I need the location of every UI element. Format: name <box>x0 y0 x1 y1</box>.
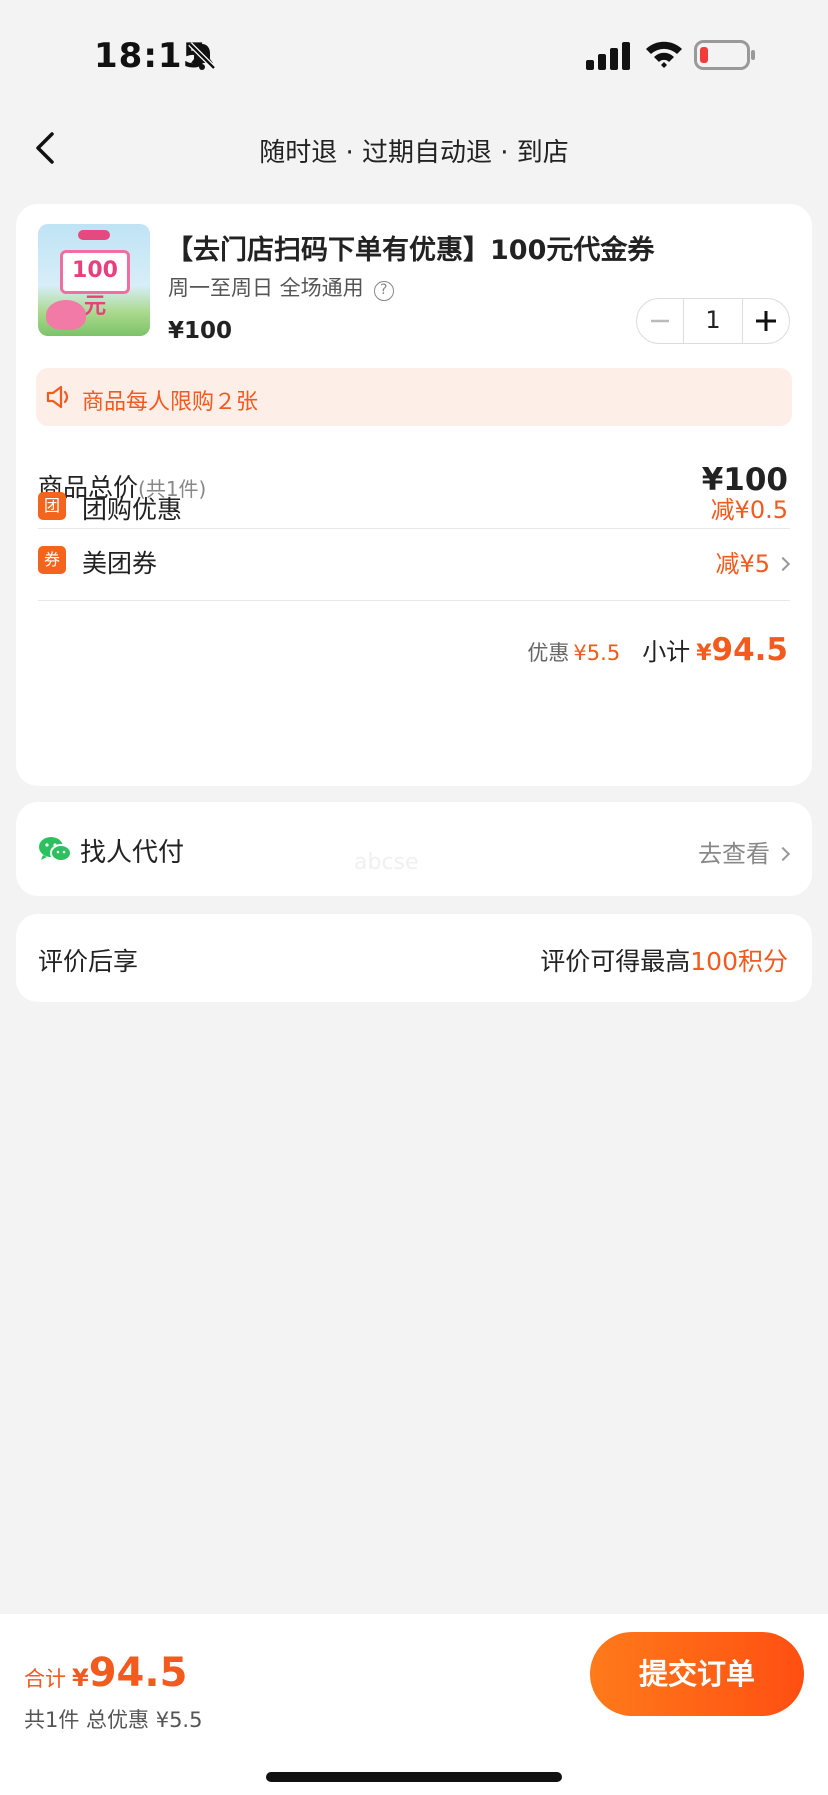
quantity-value[interactable]: 1 <box>683 299 743 343</box>
subtotal-currency: ¥ <box>696 641 712 666</box>
bell-slash-icon <box>188 42 216 70</box>
subtotal-value: 94.5 <box>711 632 789 668</box>
review-reward-card: 评价后享 评价可得最高100积分 <box>16 914 812 1002</box>
coupon-icon: 券 <box>38 546 66 574</box>
logo-mark <box>78 230 110 240</box>
submit-order-button[interactable]: 提交订单 <box>590 1632 804 1716</box>
review-reward-label: 评价后享 <box>38 947 139 976</box>
grand-total-label: 合计 <box>24 1667 66 1691</box>
quantity-stepper: 1 <box>636 298 790 344</box>
wechat-icon <box>39 837 72 862</box>
view-action-text: 去查看 <box>698 840 770 868</box>
checkout-detail: 共1件 总优惠 ¥5.5 <box>24 1708 203 1732</box>
product-thumbnail[interactable]: 100元 <box>38 224 150 336</box>
pay-for-me-card[interactable]: 找人代付 abcse 去查看 <box>16 802 812 896</box>
checkout-bar: 合计 ¥94.5 共1件 总优惠 ¥5.5 提交订单 <box>0 1614 828 1795</box>
group-discount-icon: 团 <box>38 492 66 520</box>
signal-icon <box>586 42 630 70</box>
page-title: 随时退 · 过期自动退 · 到店 <box>259 138 569 168</box>
review-reward-prefix: 评价可得最高 <box>540 947 691 976</box>
increase-button[interactable] <box>743 299 789 343</box>
purchase-limit-text: 商品每人限购２张 <box>82 390 259 415</box>
chevron-right-icon <box>775 846 791 862</box>
status-bar: 18:15 <box>0 0 828 110</box>
nav-bar: 随时退 · 过期自动退 · 到店 <box>0 110 828 186</box>
minus-icon <box>651 319 669 323</box>
divider <box>38 528 790 529</box>
usage-scope: 周一至周日 全场通用 <box>168 276 364 300</box>
group-discount-value: 减¥0.5 <box>710 496 788 524</box>
grand-total: 合计 ¥94.5 <box>24 1650 187 1696</box>
view-action[interactable]: 去查看 <box>698 834 791 869</box>
product-title: 【去门店扫码下单有优惠】100元代金券 <box>166 235 655 266</box>
grand-total-currency: ¥ <box>72 1664 89 1692</box>
order-card: 100元 【去门店扫码下单有优惠】100元代金券 周一至周日 全场通用? ¥10… <box>16 204 812 786</box>
product-price: ¥100 <box>168 318 233 344</box>
product-subtitle: 周一至周日 全场通用? <box>168 272 394 302</box>
watermark: abcse <box>354 850 419 875</box>
coupon-value: 减¥5 <box>715 550 770 578</box>
wifi-icon <box>646 41 682 68</box>
grand-total-amount: 94.5 <box>88 1650 188 1696</box>
discount-value: ¥5.5 <box>573 641 621 665</box>
plus-icon <box>756 311 776 331</box>
coupon-label: 美团券 <box>82 549 158 578</box>
discount-label: 优惠 <box>527 641 570 665</box>
home-indicator <box>266 1772 562 1782</box>
review-reward-info: 评价可得最高100积分 <box>540 942 788 978</box>
flower-graphic <box>46 300 86 330</box>
purchase-limit-banner: 商品每人限购２张 <box>36 368 792 426</box>
coupon-selector[interactable]: 减¥5 <box>715 544 791 579</box>
help-icon[interactable]: ? <box>373 281 394 301</box>
speaker-icon <box>46 385 69 409</box>
decrease-button[interactable] <box>637 299 683 343</box>
subtotal-label: 小计 <box>642 638 691 666</box>
pay-for-me-label: 找人代付 <box>80 838 185 868</box>
review-reward-points: 100积分 <box>690 947 788 976</box>
divider <box>38 600 790 601</box>
chevron-right-icon <box>775 556 791 572</box>
subtotal-row: 优惠 ¥5.5 小计 ¥94.5 <box>527 632 788 668</box>
group-discount-label: 团购优惠 <box>82 495 183 524</box>
battery-low-icon <box>694 40 755 70</box>
voucher-graphic: 100元 <box>60 250 130 319</box>
